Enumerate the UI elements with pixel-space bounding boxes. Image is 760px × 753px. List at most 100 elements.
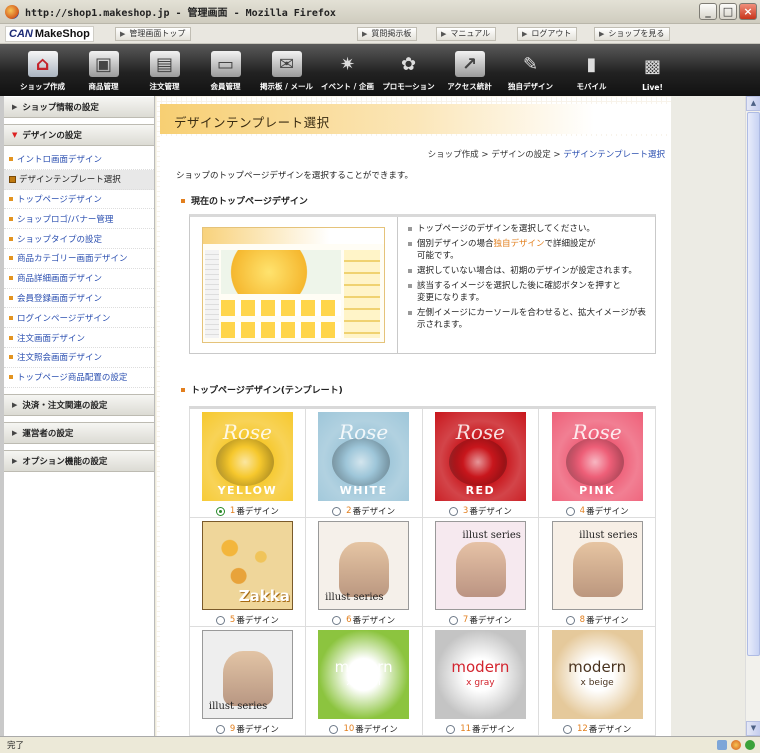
template-radio[interactable] [448,615,458,625]
sidebar-item-member-design[interactable]: 会員登録画面デザイン [4,289,154,309]
minimize-button[interactable]: _ [699,3,717,20]
breadcrumb-design-settings[interactable]: デザインの設定 [491,150,551,160]
template-number: 8 [579,615,586,625]
sidebar-shop-info[interactable]: ▶ ショップ情報の設定 [4,96,154,118]
current-design-preview[interactable] [190,217,398,353]
view-shop-button[interactable]: ▶ ショップを見る [594,27,671,41]
template-option[interactable]: 3 番デザイン [448,505,512,517]
page-header: デザインテンプレート選択 [160,104,671,134]
template-cell[interactable]: modern x gray 11 番デザイン [422,627,540,736]
template-radio[interactable] [215,724,225,734]
template-thumbnail[interactable]: Zakka [201,521,293,610]
scroll-up-icon[interactable]: ▲ [746,96,760,111]
template-cell[interactable]: illust series 7 番デザイン [422,518,540,627]
template-radio[interactable] [565,506,575,516]
template-thumbnail[interactable]: modern x beige [551,630,643,719]
template-option[interactable]: 7 番デザイン [448,614,512,626]
sidebar-item-detail-design[interactable]: 商品詳細画面デザイン [4,269,154,289]
template-radio[interactable] [332,506,342,516]
template-cell[interactable]: Rose YELLOW 1 番デザイン [189,409,306,518]
template-option[interactable]: 1 番デザイン [215,505,279,517]
sidebar-item-top-page-design[interactable]: トップページデザイン [4,190,154,210]
nav-bbs-mail[interactable]: ✉ 掲示板 / メール [256,44,317,96]
nav-promotion[interactable]: ✿ プロモーション [378,44,439,96]
custom-design-link[interactable]: 独自デザイン [494,239,545,249]
template-cell[interactable]: illust series 9 番デザイン [189,627,306,736]
template-option[interactable]: 5 番デザイン [215,614,279,626]
template-radio[interactable] [565,615,575,625]
close-button[interactable]: × [739,3,757,20]
template-radio[interactable] [446,724,456,734]
template-thumbnail[interactable]: Rose YELLOW [201,412,293,501]
sidebar-operator[interactable]: ▶ 運営者の設定 [4,421,154,444]
scroll-thumb[interactable] [747,112,760,656]
template-thumbnail[interactable]: modern x green [318,630,410,719]
template-cell[interactable]: modern x green 10 番デザイン [305,627,423,736]
nav-mobile[interactable]: ▮ モバイル [561,44,622,96]
nav-members[interactable]: ▭ 会員管理 [195,44,256,96]
template-radio[interactable] [215,506,225,516]
template-cell[interactable]: Rose WHITE 2 番デザイン [305,409,423,518]
nav-products[interactable]: ▣ 商品管理 [73,44,134,96]
breadcrumb-shop-create[interactable]: ショップ作成 [428,150,479,160]
nav-custom-design[interactable]: ✎ 独自デザイン [500,44,561,96]
sidebar-item-category-design[interactable]: 商品カテゴリー画面デザイン [4,249,154,269]
template-option[interactable]: 6 番デザイン [332,614,395,626]
template-option[interactable]: 4 番デザイン [565,505,629,517]
bbs-button[interactable]: ▶ 質問掲示板 [357,27,418,41]
template-thumbnail[interactable]: Rose PINK [551,412,643,501]
sidebar-item-top-product-layout[interactable]: トップページ商品配置の設定 [4,368,154,388]
template-option[interactable]: 8 番デザイン [565,614,629,626]
sidebar-item-shop-type[interactable]: ショップタイプの設定 [4,229,154,249]
sidebar-item-template-select[interactable]: デザインテンプレート選択 [4,169,154,190]
triangle-right-icon: ▶ [12,428,18,437]
maximize-button[interactable]: □ [719,3,737,20]
template-cell[interactable]: Zakka 5 番デザイン [189,518,306,627]
template-radio[interactable] [448,506,458,516]
template-cell[interactable]: illust series 6 番デザイン [305,518,423,627]
template-radio[interactable] [215,615,225,625]
vertical-scrollbar[interactable]: ▲ ▼ [745,96,760,736]
sidebar-design-settings[interactable]: ▼ デザインの設定 [4,124,154,146]
template-option[interactable]: 11 番デザイン [446,723,515,735]
template-radio[interactable] [332,615,342,625]
sidebar-item-logo-banner[interactable]: ショップロゴ/バナー管理 [4,209,154,230]
sidebar-payment[interactable]: ▶ 決済・注文関連の設定 [4,393,154,416]
admin-top-button[interactable]: ▶ 管理画面トップ [115,27,192,41]
template-thumbnail[interactable]: Rose RED [434,412,526,501]
template-option[interactable]: 9 番デザイン [215,723,279,735]
mail-icon: ✉ [271,51,302,77]
template-cell[interactable]: modern x beige 12 番デザイン [539,627,656,736]
template-cell[interactable]: Rose PINK 4 番デザイン [539,409,656,518]
nav-access-stats[interactable]: ↗ アクセス統計 [439,44,500,96]
template-thumbnail[interactable]: illust series [551,521,643,610]
nav-orders[interactable]: ▤ 注文管理 [134,44,195,96]
template-thumbnail[interactable]: modern x gray [434,630,526,719]
sidebar-options[interactable]: ▶ オプション機能の設定 [4,449,154,472]
makeshop-logo[interactable]: CAN MakeShop [5,26,94,42]
template-option[interactable]: 12 番デザイン [562,723,631,735]
template-cell[interactable]: Rose RED 3 番デザイン [422,409,540,518]
template-option[interactable]: 10 番デザイン [329,723,398,735]
template-thumbnail[interactable]: Rose WHITE [318,412,410,501]
manual-button[interactable]: ▶ マニュアル [436,27,497,41]
template-thumbnail[interactable]: illust series [201,630,293,719]
template-thumbnail[interactable]: illust series [434,521,526,610]
template-radio[interactable] [329,724,339,734]
sidebar-item-intro-design[interactable]: イントロ画面デザイン [4,150,154,170]
template-thumbnail[interactable]: illust series [318,521,410,610]
template-option[interactable]: 2 番デザイン [332,505,395,517]
chart-icon: ↗ [454,51,485,77]
template-label: 番デザイン [236,507,279,517]
scroll-down-icon[interactable]: ▼ [746,721,760,736]
template-radio[interactable] [562,724,572,734]
logout-button[interactable]: ▶ ログアウト [517,27,578,41]
sidebar-item-login-design[interactable]: ログインページデザイン [4,308,154,329]
nav-events[interactable]: ✷ イベント / 企画 [317,44,378,96]
nav-shop-create[interactable]: ⌂ ショップ作成 [12,44,73,96]
template-cell[interactable]: illust series 8 番デザイン [539,518,656,627]
sidebar-item-order-inquiry-design[interactable]: 注文照会画面デザイン [4,348,154,368]
nav-live[interactable]: ▩ Live! [622,44,683,96]
check-icon [745,740,755,750]
sidebar-item-order-design[interactable]: 注文画面デザイン [4,328,154,348]
